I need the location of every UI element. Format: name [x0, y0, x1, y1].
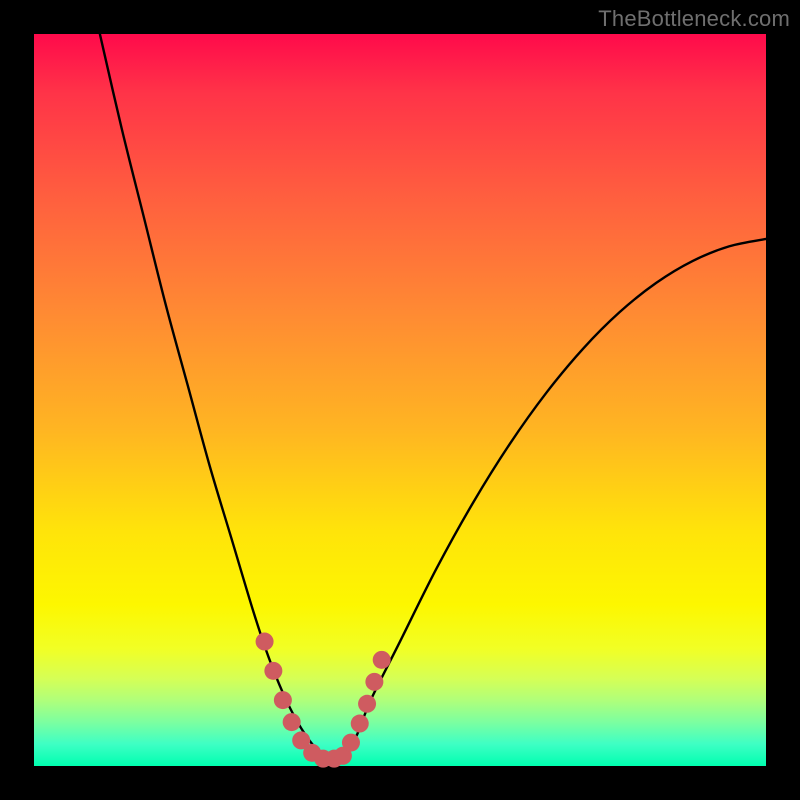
- highlight-dot: [256, 633, 274, 651]
- highlight-dot: [283, 713, 301, 731]
- chart-frame: TheBottleneck.com: [0, 0, 800, 800]
- highlight-dots: [256, 633, 391, 768]
- watermark-text: TheBottleneck.com: [598, 6, 790, 32]
- highlight-dot: [351, 715, 369, 733]
- highlight-dot: [358, 695, 376, 713]
- highlight-dot: [342, 734, 360, 752]
- curve-svg: [34, 34, 766, 766]
- highlight-dot: [373, 651, 391, 669]
- plot-area: [34, 34, 766, 766]
- highlight-dot: [274, 691, 292, 709]
- highlight-dot: [264, 662, 282, 680]
- highlight-dot: [365, 673, 383, 691]
- bottleneck-curve: [100, 34, 766, 761]
